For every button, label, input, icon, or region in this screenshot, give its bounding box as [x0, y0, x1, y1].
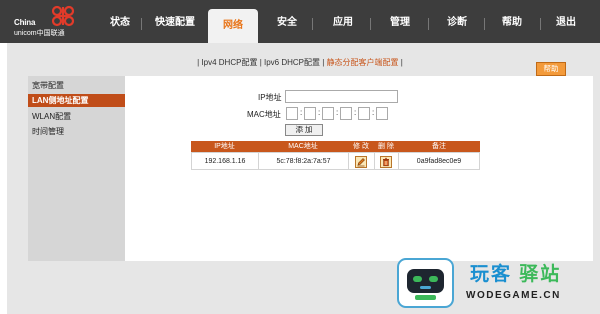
mac-colon: : [300, 108, 303, 117]
column-header-ip: IP地址 [214, 143, 235, 150]
help-button[interactable]: 帮助 [536, 62, 566, 76]
nav-item-network[interactable]: 网络 [208, 9, 258, 43]
table-row: 192.168.1.16 5c:78:f8:2a:7a:57 0a9fad8ec… [191, 152, 480, 170]
column-header-mac: MAC地址 [288, 143, 318, 150]
table-header: IP地址 MAC地址 修 改 删 除 备注 [191, 141, 480, 152]
nav-item-apps[interactable]: 应用 [325, 14, 361, 32]
mac-colon: : [354, 108, 357, 117]
column-header-edit: 修 改 [353, 143, 369, 150]
cell-divider [348, 153, 349, 170]
mac-colon: : [372, 108, 375, 117]
column-header-delete: 删 除 [378, 143, 394, 150]
unicom-knot-icon [51, 5, 75, 27]
mac-segment-6[interactable] [376, 107, 388, 120]
sub-nav: | Ipv4 DHCP配置 | Ipv6 DHCP配置 | 静态分配客户端配置 … [7, 55, 593, 71]
mac-colon: : [336, 108, 339, 117]
sub-nav-separator: | [259, 58, 262, 67]
add-button[interactable]: 添 加 [285, 124, 323, 136]
top-nav-bar: China unicom中国联通 状态 快速配置 网络 安全 应用 管理 诊断 … [0, 0, 600, 43]
sub-nav-ipv6-dhcp[interactable]: Ipv6 DHCP配置 [264, 58, 320, 67]
nav-divider [312, 18, 313, 30]
mac-colon: : [318, 108, 321, 117]
sub-nav-ipv4-dhcp[interactable]: Ipv4 DHCP配置 [201, 58, 257, 67]
delete-icon[interactable] [380, 156, 392, 168]
mac-label: MAC地址 [247, 110, 281, 119]
nav-item-logout[interactable]: 退出 [548, 14, 584, 32]
ip-input[interactable] [285, 90, 398, 103]
sidebar-item-time[interactable]: 时间管理 [28, 125, 125, 138]
mac-segment-1[interactable] [286, 107, 298, 120]
nav-item-management[interactable]: 管理 [382, 14, 418, 32]
sidebar-item-broadband[interactable]: 宽带配置 [28, 79, 125, 92]
watermark-robot-icon [407, 269, 444, 300]
sub-nav-separator: | [197, 58, 200, 67]
unicom-logo: China unicom中国联通 [14, 5, 114, 39]
logo-text-unicom: unicom中国联通 [14, 30, 65, 37]
cell-divider [374, 153, 375, 170]
nav-item-diagnostics[interactable]: 诊断 [440, 14, 474, 32]
cell-ip: 192.168.1.16 [204, 158, 246, 165]
nav-item-security[interactable]: 安全 [270, 14, 304, 32]
sub-nav-separator: | [322, 58, 325, 67]
edit-icon[interactable] [355, 156, 367, 168]
sidebar: 宽带配置 LAN侧地址配置 WLAN配置 时间管理 [28, 76, 125, 261]
nav-divider [370, 18, 371, 30]
nav-item-quick-setup[interactable]: 快速配置 [148, 14, 202, 32]
sidebar-item-lan-address[interactable]: LAN侧地址配置 [28, 94, 125, 107]
nav-divider [141, 18, 142, 30]
nav-divider [428, 18, 429, 30]
nav-divider [540, 18, 541, 30]
nav-divider [484, 18, 485, 30]
logo-text-china: China [14, 18, 36, 27]
watermark-subtitle: WODEGAME.CN [466, 290, 561, 301]
sub-nav-separator: | [400, 58, 403, 67]
column-header-note: 备注 [432, 143, 446, 150]
sidebar-item-wlan[interactable]: WLAN配置 [28, 110, 125, 123]
nav-item-status[interactable]: 状态 [104, 14, 136, 32]
mac-segment-3[interactable] [322, 107, 334, 120]
nav-item-help[interactable]: 帮助 [494, 14, 530, 32]
watermark-title-part2: 驿站 [519, 264, 562, 285]
mac-segment-4[interactable] [340, 107, 352, 120]
ip-label: IP地址 [258, 93, 282, 102]
cell-mac: 5c:78:f8:2a:7a:57 [276, 158, 331, 165]
watermark-title: 玩客 驿站 [470, 259, 561, 286]
sub-nav-static-clients[interactable]: 静态分配客户端配置 [327, 58, 399, 67]
cell-note: 0a9fad8ec0e9 [416, 158, 462, 165]
mac-segment-5[interactable] [358, 107, 370, 120]
watermark-title-part1: 玩客 [470, 264, 513, 285]
mac-segment-2[interactable] [304, 107, 316, 120]
watermark-logo [397, 258, 454, 308]
